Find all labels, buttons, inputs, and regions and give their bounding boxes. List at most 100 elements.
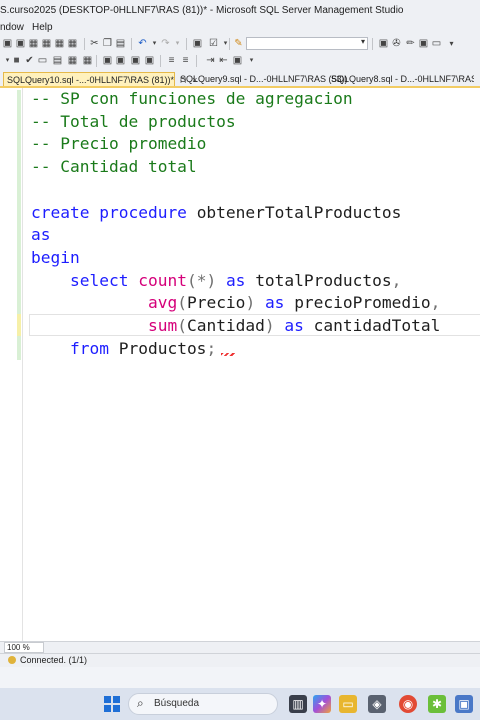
code-token: avg xyxy=(147,293,178,313)
code-line[interactable]: sum(Cantidad) as cantidadTotal xyxy=(31,315,440,338)
stop-icon[interactable]: ■ xyxy=(11,55,22,66)
chevron-down-icon[interactable]: ▾ xyxy=(246,55,257,66)
toolbar-icon[interactable]: ▦ xyxy=(54,38,65,49)
toolbar-icon[interactable]: ▦ xyxy=(28,38,39,49)
toolbar-icon[interactable]: ▦ xyxy=(41,38,52,49)
toolbar-separator xyxy=(186,38,187,50)
toolbar-icon[interactable]: ▣ xyxy=(192,38,203,49)
code-line[interactable]: avg(Precio) as precioPromedio, xyxy=(31,292,440,315)
query-editor[interactable]: -- SP con funciones de agregacion -- Tota… xyxy=(0,88,480,641)
tab-label: SQLQuery10.sql -...-0HLLNF7\RAS (81))* xyxy=(7,75,175,85)
indent-icon[interactable]: ⇥ xyxy=(205,55,216,66)
toolbar-icon[interactable]: ▦ xyxy=(82,55,93,66)
toolbar-icon[interactable]: ▣ xyxy=(130,55,141,66)
app-icon[interactable]: ▣ xyxy=(455,695,473,713)
wrench-icon[interactable]: ✇ xyxy=(391,38,402,49)
code-token: -- Precio promedio xyxy=(31,134,207,154)
chevron-down-icon[interactable]: ▾ xyxy=(149,38,160,49)
toolbar-icon[interactable]: ▣ xyxy=(232,55,243,66)
undo-icon[interactable]: ↶ xyxy=(137,38,148,49)
code-token: as xyxy=(284,316,314,335)
solution-configuration-select[interactable]: ▾ xyxy=(246,37,368,50)
cut-icon[interactable]: ✂ xyxy=(89,38,100,49)
parse-check-icon[interactable]: ✔ xyxy=(24,55,35,66)
code-line[interactable]: select count(*) as totalProductos, xyxy=(31,270,401,293)
zoom-select[interactable]: 100 % xyxy=(4,642,44,653)
toolbar-icon[interactable]: ✏ xyxy=(405,38,416,49)
toolbar-icon[interactable]: ▣ xyxy=(115,55,126,66)
toolbar-icon[interactable]: ▦ xyxy=(67,55,78,66)
toolbar-icon[interactable]: ▣ xyxy=(15,38,26,49)
uncomment-icon[interactable]: ≡ xyxy=(180,55,191,66)
app-bottom-edge xyxy=(0,667,480,688)
code-token: Cantidad xyxy=(186,316,265,335)
zoom-value: 100 % xyxy=(7,643,30,652)
toolbar-icon[interactable]: ▣ xyxy=(378,38,389,49)
unsaved-change-marker xyxy=(17,314,21,336)
chevron-down-icon[interactable]: ▾ xyxy=(172,38,183,49)
code-token: (*) xyxy=(186,270,226,290)
chevron-down-icon: ▾ xyxy=(360,37,365,46)
toolbar-icon[interactable]: ▭ xyxy=(431,38,442,49)
code-line[interactable]: create procedure obtenerTotalProductos xyxy=(31,202,401,225)
code-line[interactable]: -- Cantidad total xyxy=(31,156,197,179)
title-bar: S.curso2025 (DESKTOP-0HLLNF7\RAS (81))* … xyxy=(0,0,480,22)
code-line[interactable]: -- SP con funciones de agregacion xyxy=(31,88,353,111)
tab-sqlquery8[interactable]: SQLQuery8.sql - D...-0HLLNF7\RAS ( xyxy=(328,72,474,86)
code-token: precioPromedio xyxy=(294,293,431,313)
toolbar-icon[interactable]: ▤ xyxy=(52,55,63,66)
tab-label: SQLQuery9.sql - D...-0HLLNF7\RAS (53)) xyxy=(180,74,348,84)
chevron-down-icon[interactable]: ▾ xyxy=(446,38,457,49)
toolbar-icon[interactable]: ▣ xyxy=(102,55,113,66)
copilot-icon[interactable]: ✦ xyxy=(313,695,331,713)
code-line[interactable]: begin xyxy=(31,247,80,270)
toolbar-icon[interactable]: ▦ xyxy=(67,38,78,49)
code-line[interactable]: from Productos; xyxy=(31,338,216,361)
toolbar-icon[interactable]: ▣ xyxy=(144,55,155,66)
app-icon[interactable]: ✱ xyxy=(428,695,446,713)
app-icon[interactable]: ◈ xyxy=(368,695,386,713)
comment-icon[interactable]: ≡ xyxy=(166,55,177,66)
code-token: Productos xyxy=(118,338,207,358)
search-icon: ⌕ xyxy=(137,696,144,710)
code-line[interactable]: -- Total de productos xyxy=(31,111,236,134)
code-line[interactable]: as xyxy=(31,224,51,247)
task-view-icon[interactable]: ▥ xyxy=(289,695,307,713)
menu-help[interactable]: Help xyxy=(32,22,53,33)
toolbar-icon[interactable]: ▣ xyxy=(418,38,429,49)
taskbar-search[interactable]: ⌕ Búsqueda xyxy=(128,693,278,715)
code-token: create procedure xyxy=(31,202,197,222)
outdent-icon[interactable]: ⇤ xyxy=(218,55,229,66)
toolbar-icon[interactable]: ▣ xyxy=(2,38,13,49)
solution-icon[interactable]: ✎ xyxy=(233,38,244,49)
tab-sqlquery10[interactable]: SQLQuery10.sql -...-0HLLNF7\RAS (81))* ⊓… xyxy=(3,72,197,86)
search-label: Búsqueda xyxy=(154,698,200,709)
code-token: as xyxy=(31,225,51,245)
code-token: -- SP con funciones de agregacion xyxy=(31,89,353,108)
document-tab-strip: SQLQuery10.sql -...-0HLLNF7\RAS (81))* ⊓… xyxy=(0,70,480,88)
error-squiggle xyxy=(221,353,235,356)
code-token: Precio xyxy=(186,293,246,313)
sql-editor-toolbar: ▾ ■ ✔ ▭ ▤ ▦ ▦ ▣ ▣ ▣ ▣ ≡ ≡ ⇥ ⇤ ▣ ▾ xyxy=(0,53,480,70)
redo-icon[interactable]: ↷ xyxy=(160,38,171,49)
tab-sqlquery9[interactable]: SQLQuery9.sql - D...-0HLLNF7\RAS (53)) xyxy=(177,72,348,86)
code-token: totalProductos xyxy=(255,270,392,290)
toolbar-icon[interactable]: ▭ xyxy=(37,55,48,66)
windows-start-icon[interactable] xyxy=(104,696,120,712)
code-token: from xyxy=(69,338,119,358)
code-line[interactable]: -- Precio promedio xyxy=(31,133,206,156)
connection-status-text: Connected. (1/1) xyxy=(20,655,88,665)
code-token: ( xyxy=(177,293,187,313)
copy-icon[interactable]: ❐ xyxy=(102,38,113,49)
toolbar-separator xyxy=(96,55,97,67)
menu-window[interactable]: ndow xyxy=(0,22,24,33)
toolbar-icon[interactable]: ☑ xyxy=(208,38,219,49)
windows-taskbar: ⌕ Búsqueda ▥ ✦ ▭ ◈ ◉ ✱ ▣ xyxy=(0,688,480,720)
code-token: as xyxy=(264,293,295,313)
file-explorer-icon[interactable]: ▭ xyxy=(339,695,357,713)
toolbar-separator xyxy=(160,55,161,67)
chrome-icon[interactable]: ◉ xyxy=(399,695,417,713)
paste-icon[interactable]: ▤ xyxy=(115,38,126,49)
